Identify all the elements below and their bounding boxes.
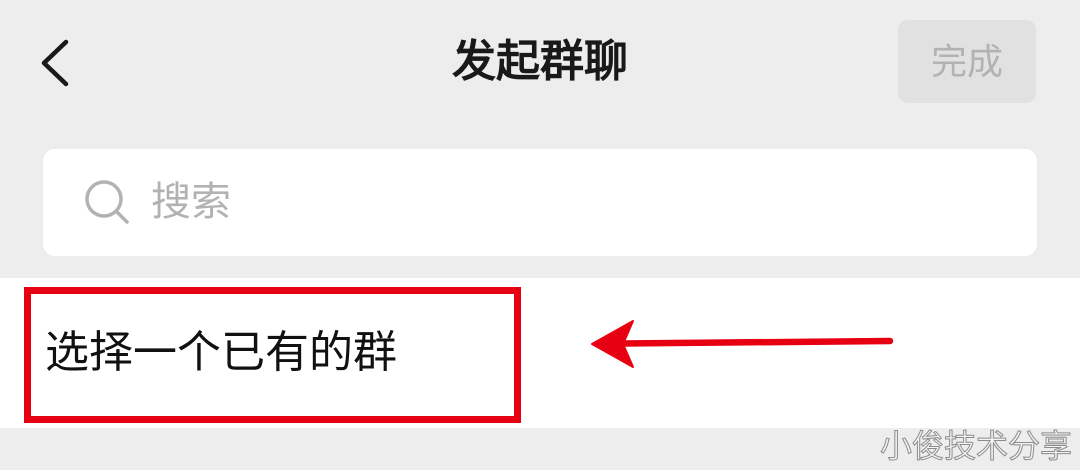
done-button[interactable]: 完成 — [898, 20, 1036, 103]
chevron-left-icon — [41, 39, 69, 87]
arrow-left-icon — [591, 320, 894, 368]
search-input[interactable] — [151, 149, 1011, 256]
group-chat-page: 发起群聊 完成 选择一个已有的群 小俊技术分享 — [0, 0, 1080, 470]
search-bar[interactable] — [43, 149, 1037, 256]
page-title: 发起群聊 — [452, 37, 628, 86]
watermark: 小俊技术分享 — [879, 428, 1072, 465]
search-icon — [85, 180, 129, 224]
back-button[interactable] — [28, 32, 84, 94]
highlight-box-annotation — [24, 287, 521, 423]
